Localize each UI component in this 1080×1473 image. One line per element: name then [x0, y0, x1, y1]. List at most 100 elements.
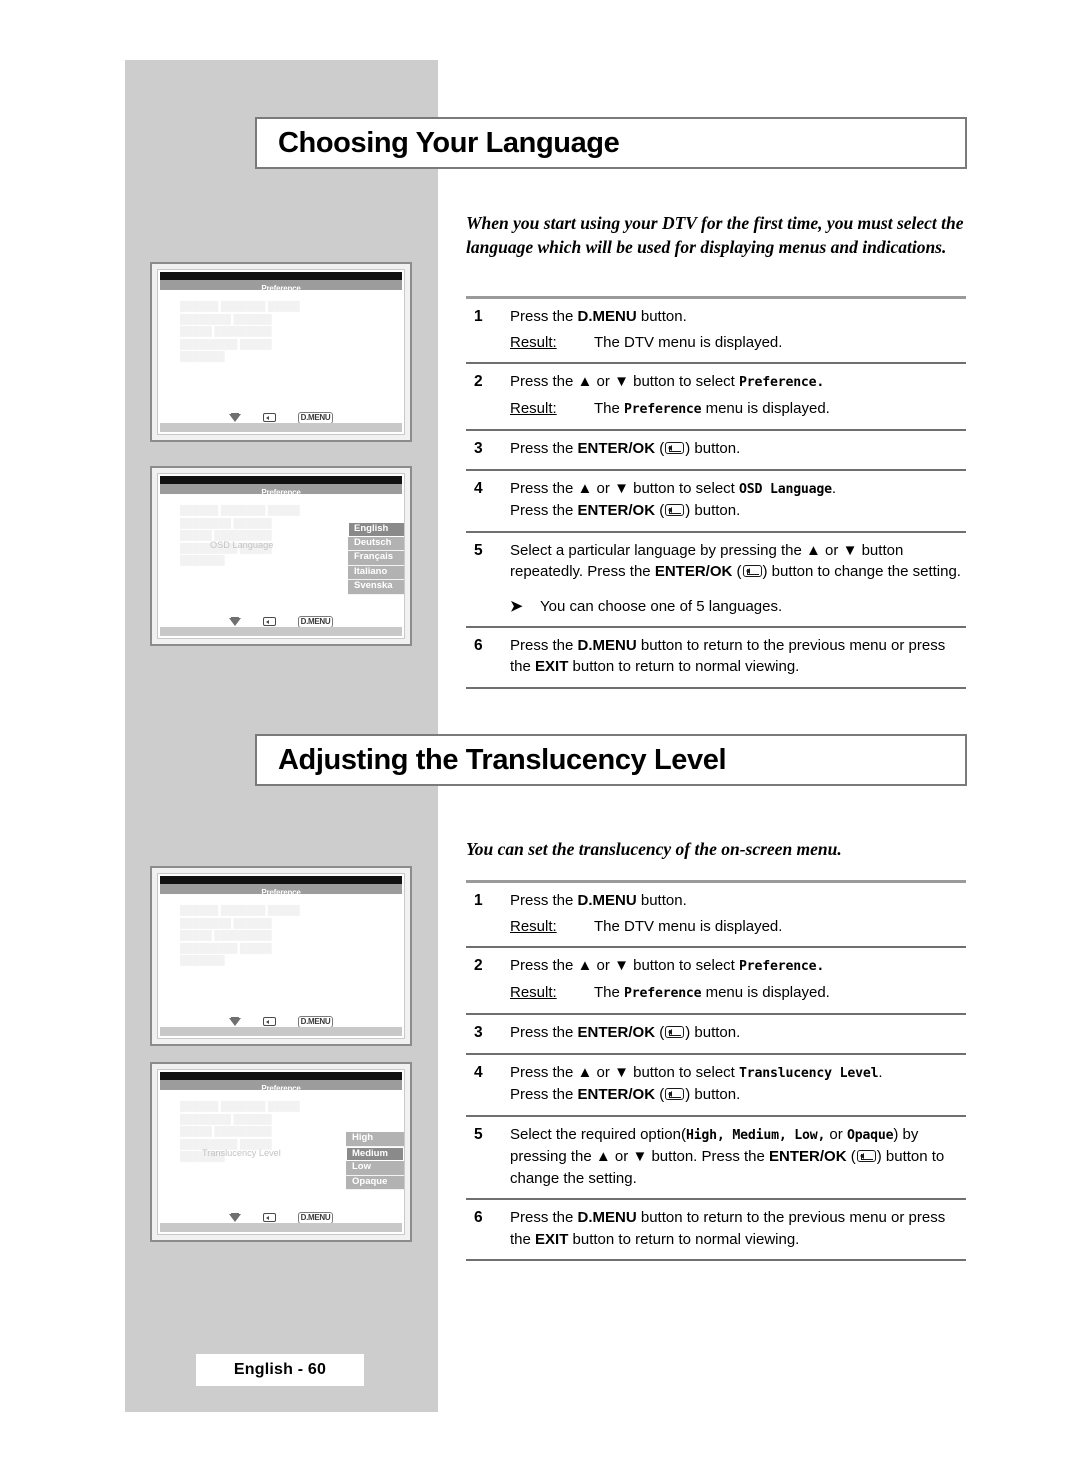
instruction-step: 2 Press the ▲ or ▼ button to select Prefe…: [466, 364, 966, 429]
step-text: ▲: [577, 1063, 593, 1081]
enter-ok-icon: [665, 504, 685, 516]
osd-dmenu-label: D.MENU: [297, 411, 334, 424]
instruction-step: 2 Press the ▲ or ▼ button to select Prefe…: [466, 948, 966, 1013]
step-text: or: [592, 373, 615, 390]
result-label: Result:: [510, 333, 557, 351]
osd-top-band: [160, 476, 402, 484]
step-text: Press the: [510, 1209, 578, 1226]
result-text: The Preference menu is displayed.: [594, 982, 830, 1005]
step-text: (: [655, 440, 665, 457]
step-number: 5: [474, 1125, 483, 1143]
step-instruction: Press the D.MENU button to return to the…: [510, 635, 966, 678]
result-label: Result:: [510, 399, 557, 417]
osd-option-item[interactable]: Opaque: [346, 1175, 404, 1190]
step-text: Press the: [510, 373, 578, 390]
emphasis-button-name: ENTER/OK: [577, 440, 656, 457]
step-body: Press the D.MENU button to return to the…: [510, 635, 966, 678]
step-text: ) button.: [685, 1086, 741, 1103]
osd-title: Preference: [261, 887, 301, 897]
menu-term: High, Medium, Low,: [685, 1127, 826, 1143]
enter-ok-icon: [665, 442, 685, 454]
step-text: ▲: [595, 1148, 611, 1165]
osd-bottom-band: [160, 1223, 402, 1232]
step-text: ▲: [577, 957, 593, 974]
step-number: 3: [474, 1024, 483, 1041]
result-text: The Preference menu is displayed.: [594, 398, 830, 421]
osd-field-label: OSD Language: [210, 540, 274, 550]
step-number: 3: [474, 440, 483, 457]
osd-title-bar: Preference: [160, 1080, 402, 1093]
triangle-down-icon: [228, 1016, 241, 1026]
instruction-step: 1 Press the D.MENU button. Result: The DTV …: [466, 883, 966, 946]
step-text: button to return to normal viewing.: [568, 1230, 800, 1248]
step-instruction: Select a particular language by pressing…: [510, 540, 966, 583]
osd-option-item[interactable]: Français: [348, 551, 404, 566]
step-text: button to select: [628, 479, 740, 497]
step-text: ▼: [842, 541, 858, 559]
osd-option-list[interactable]: English Deutsch Français Italiano Svenska: [348, 522, 404, 595]
step-number: 4: [474, 479, 483, 497]
step-text: (: [732, 563, 742, 580]
step-body: Select the required option(High, Medium,…: [510, 1124, 966, 1190]
osd-option-item[interactable]: Italiano: [348, 565, 404, 580]
osd-dmenu-label: D.MENU: [297, 1015, 334, 1028]
note-text: You can choose one of 5 languages.: [540, 597, 783, 615]
osd-title: Preference: [261, 1083, 301, 1093]
step-text: Press the: [510, 479, 578, 497]
step-text: menu is displayed.: [701, 399, 830, 417]
emphasis-button-name: EXIT: [535, 658, 569, 675]
step-text: button to select: [628, 1063, 740, 1081]
osd-title-bar: Preference: [160, 484, 402, 497]
step-instruction: Press the ▲ or ▼ button to select Prefer…: [510, 371, 966, 394]
step-divider: [466, 686, 966, 689]
osd-option-item[interactable]: English: [348, 522, 404, 537]
osd-option-item[interactable]: High: [346, 1132, 404, 1147]
emphasis-button-name: ENTER/OK: [577, 502, 656, 519]
page-number-label: English - 60: [233, 1361, 327, 1378]
step-body: Press the D.MENU button to return to the…: [510, 1207, 966, 1250]
step-text: ▼: [632, 1148, 648, 1165]
enter-ok-icon: [665, 1026, 685, 1038]
enter-ok-icon: [856, 1150, 876, 1162]
step-text: Press the: [510, 957, 578, 974]
step-body: Press the ▲ or ▼ button to select OSD La…: [510, 478, 966, 522]
step-text: ▼: [614, 373, 629, 390]
osd-top-band: [160, 1072, 402, 1080]
page-footer: English - 60: [196, 1354, 364, 1386]
step-text: or: [592, 957, 615, 974]
menu-term: OSD Language: [739, 481, 832, 497]
step-result: Result: The DTV menu is displayed.: [510, 332, 966, 354]
osd-option-item[interactable]: Low: [346, 1161, 404, 1176]
step-text: Press the: [510, 1024, 578, 1041]
step-text: ) button to change the setting.: [762, 563, 961, 580]
enter-ok-icon: [262, 1017, 276, 1026]
step-text: The: [594, 399, 625, 417]
step-text: (: [655, 1024, 665, 1041]
menu-term: Preference: [624, 401, 702, 417]
osd-option-item[interactable]: Deutsch: [348, 536, 404, 551]
osd-option-list[interactable]: High Medium Low Opaque: [346, 1132, 404, 1190]
osd-title-bar: Preference: [160, 884, 402, 897]
osd-screen: Preference ██████ ███████ █████ ████████ █…: [157, 1069, 405, 1235]
step-instruction: Press the ▲ or ▼ button to select Transl…: [510, 1062, 966, 1106]
osd-option-item[interactable]: Medium: [346, 1146, 404, 1161]
step-text: button. Press the: [647, 1148, 770, 1165]
step-instruction: Press the ENTER/OK () button.: [510, 438, 966, 460]
step-body: Press the ENTER/OK () button.: [510, 1022, 966, 1044]
menu-term: Preference: [624, 985, 702, 1001]
step-number: 2: [474, 373, 483, 390]
step-body: Press the ▲ or ▼ button to select Prefer…: [510, 371, 966, 420]
step-text: ) button.: [685, 1024, 741, 1041]
instruction-step: 5 Select a particular language by pressin…: [466, 533, 966, 626]
instruction-step: 3 Press the ENTER/OK () button.: [466, 1015, 966, 1053]
step-number: 5: [474, 541, 483, 559]
osd-screen: Preference ██████ ███████ █████ ████████ █…: [157, 269, 405, 435]
enter-ok-icon: [262, 1213, 276, 1222]
osd-bottom-band: [160, 627, 402, 636]
osd-option-item[interactable]: Svenska: [348, 580, 404, 595]
step-text: Press the: [510, 308, 578, 325]
emphasis-button-name: D.MENU: [577, 1209, 637, 1226]
step-body: Select a particular language by pressing…: [510, 540, 966, 617]
emphasis-button-name: D.MENU: [577, 308, 637, 325]
step-body: Press the D.MENU button. Result: The DTV m…: [510, 890, 966, 937]
